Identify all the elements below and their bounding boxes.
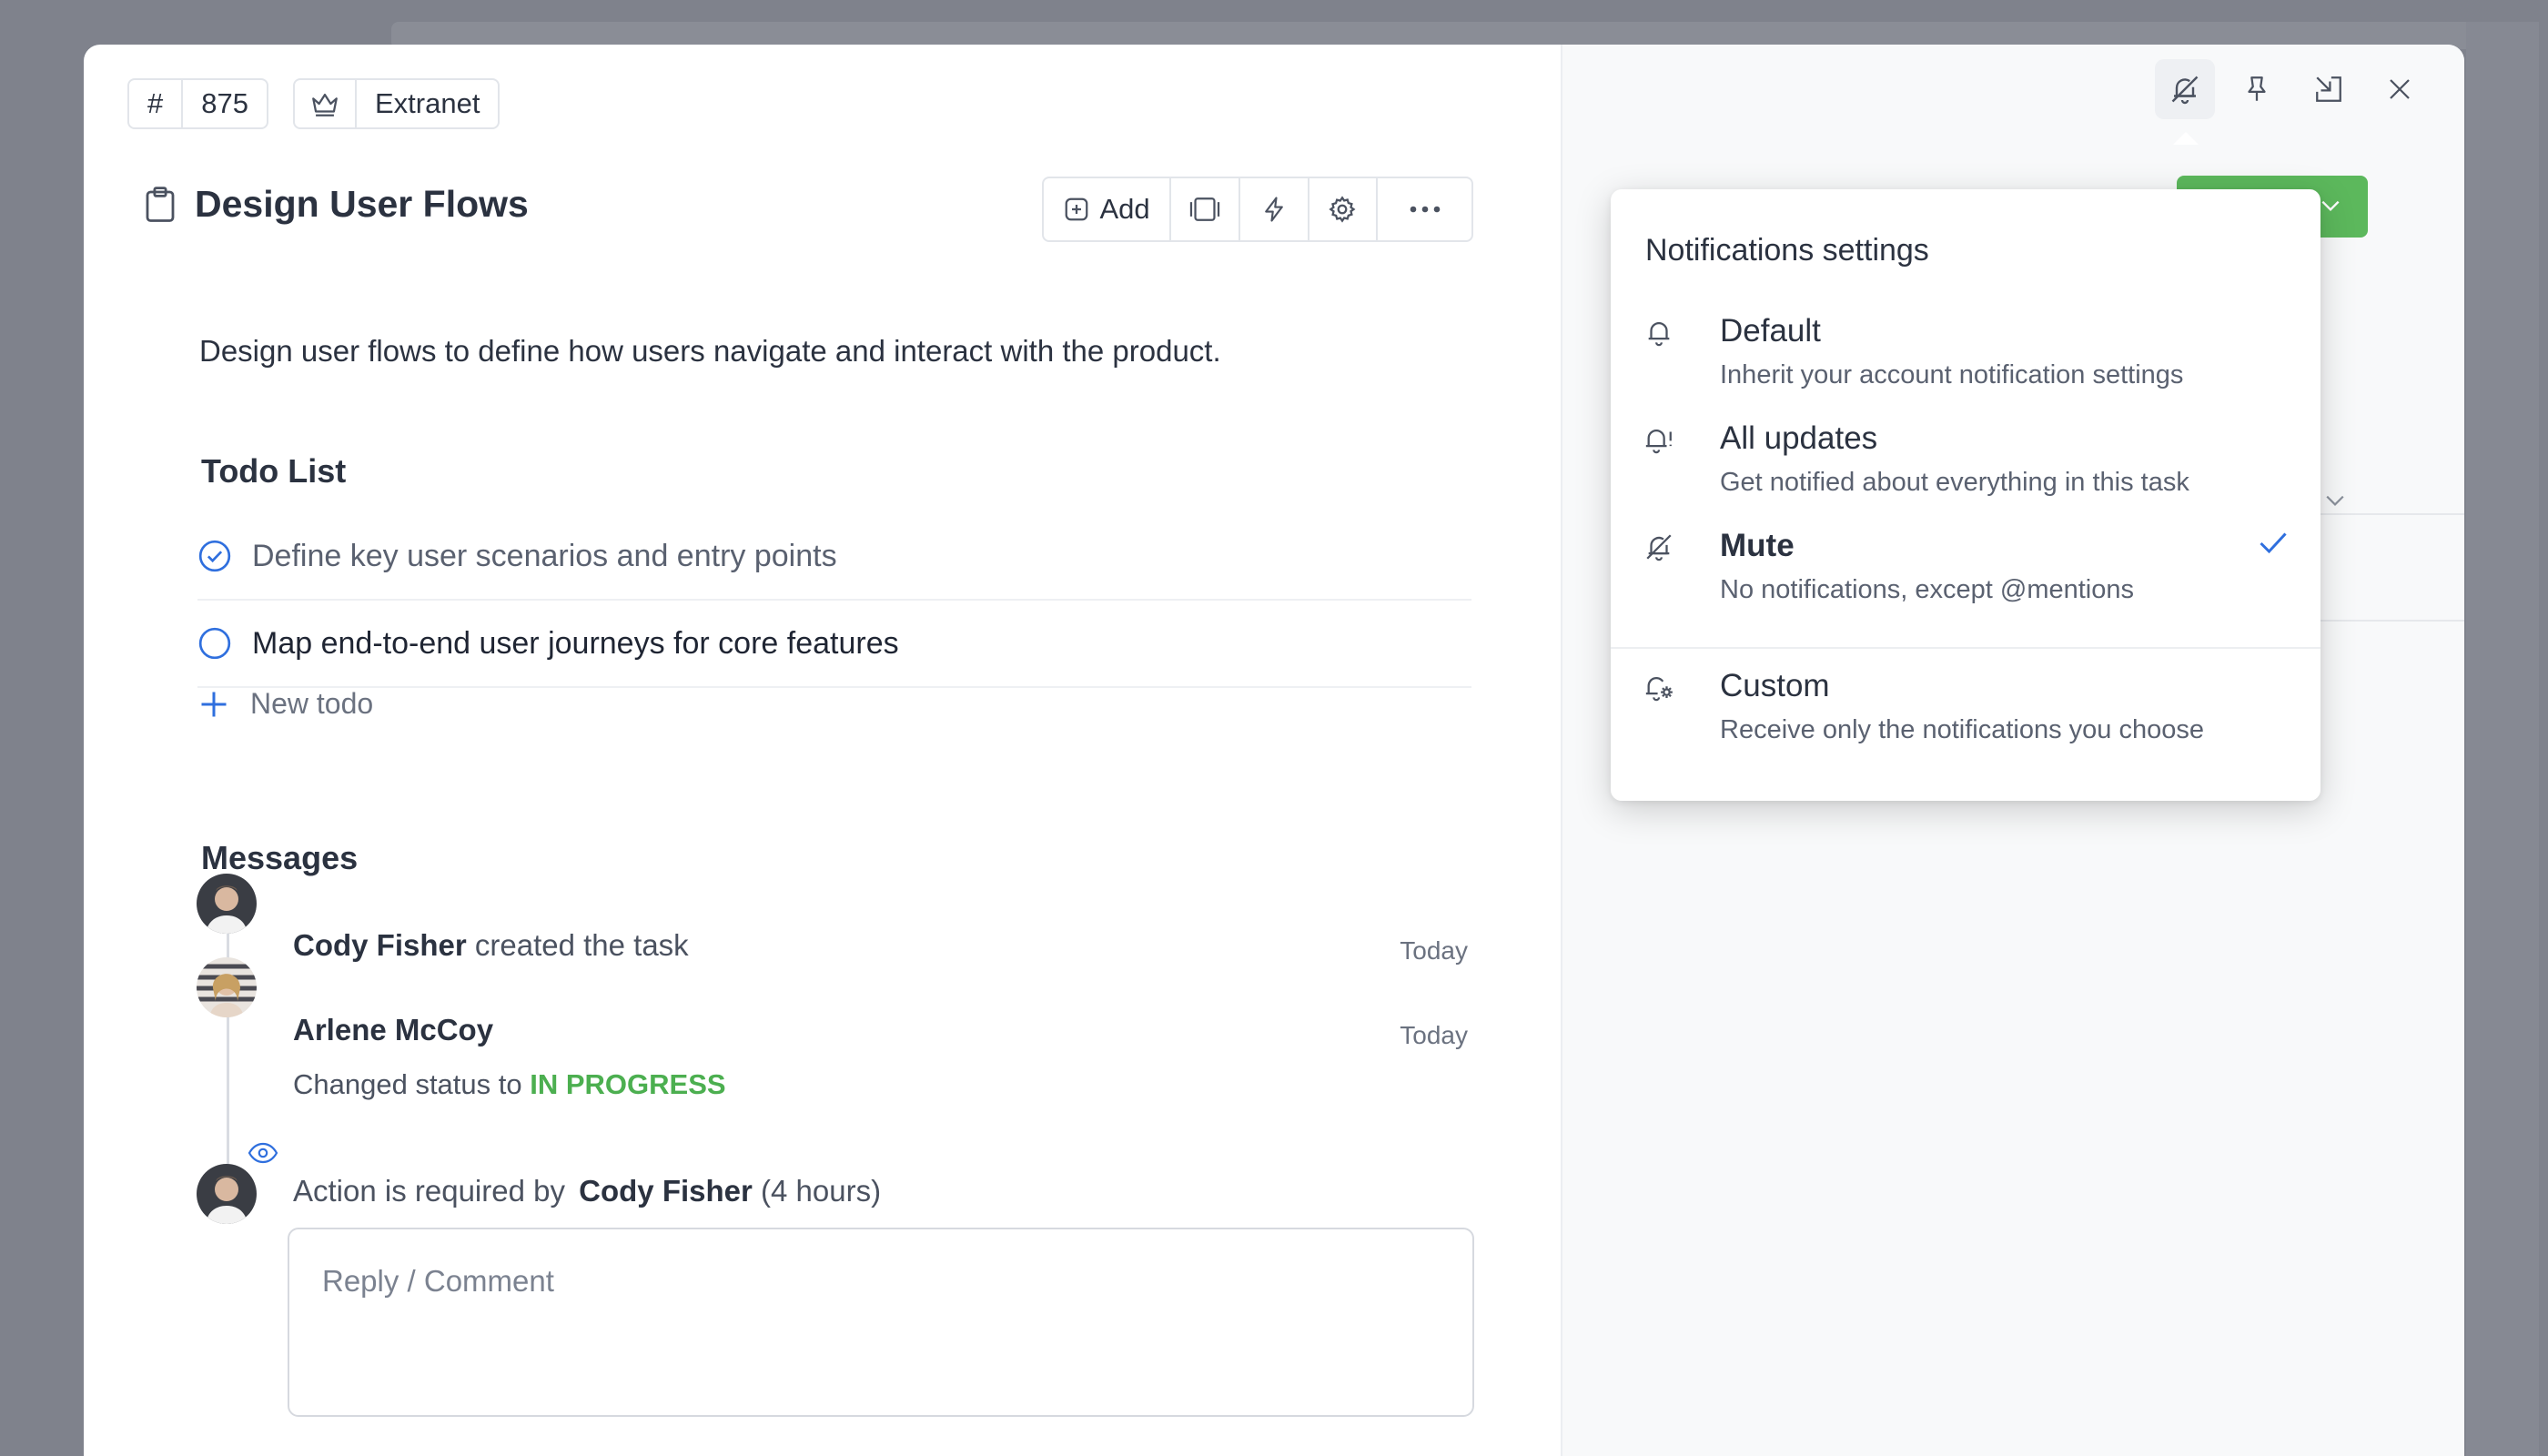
clipboard-icon: [144, 186, 177, 224]
todo-item[interactable]: Define key user scenarios and entry poin…: [197, 513, 1471, 601]
pin-icon: [2248, 76, 2266, 101]
action-required-person[interactable]: Cody Fisher: [579, 1174, 753, 1208]
todo-item[interactable]: Map end-to-end user journeys for core fe…: [197, 601, 1471, 688]
lightning-icon: [1264, 197, 1283, 222]
avatar[interactable]: [197, 874, 257, 934]
status-change-prefix: Changed status to: [293, 1068, 522, 1100]
task-title: Design User Flows: [195, 183, 529, 225]
settings-button[interactable]: [1307, 178, 1377, 240]
notifications-popover: Notifications settings Default Inherit y…: [1611, 189, 2320, 801]
more-button[interactable]: [1376, 178, 1471, 240]
chevron-down-icon[interactable]: [2322, 490, 2348, 511]
task-id-number: 875: [181, 80, 267, 127]
action-required-duration: (4 hours): [761, 1174, 882, 1208]
option-description: Receive only the notifications you choos…: [1720, 715, 2204, 744]
reply-input[interactable]: [288, 1228, 1474, 1417]
avatar[interactable]: [197, 1164, 257, 1224]
option-label: Default: [1720, 313, 1821, 349]
task-description: Design user flows to define how users na…: [199, 334, 1221, 368]
checked-circle-icon[interactable]: [197, 539, 232, 573]
task-modal: # 875 Extranet Design User Flows Add Des…: [84, 45, 2464, 1456]
bell-off-icon: [2171, 76, 2199, 105]
close-button[interactable]: [2370, 59, 2430, 119]
message-author-line: Arlene McCoy: [293, 1013, 493, 1047]
split-view-button[interactable]: [1169, 178, 1239, 240]
option-description: No notifications, except @mentions: [1720, 575, 2134, 604]
option-label: Mute: [1720, 528, 1795, 563]
plus-square-icon: [1066, 197, 1088, 221]
message-time: Today: [1400, 936, 1468, 965]
project-chip[interactable]: Extranet: [293, 78, 500, 129]
plus-icon: [201, 692, 227, 716]
bell-icon: [1643, 317, 1674, 348]
message-author[interactable]: Arlene McCoy: [293, 1013, 493, 1046]
message-action: created the task: [474, 928, 689, 962]
bell-off-icon: [1643, 531, 1674, 562]
message-time: Today: [1400, 1021, 1468, 1049]
notification-option-custom[interactable]: Custom Receive only the notifications yo…: [1643, 668, 2290, 759]
empty-circle-icon[interactable]: [197, 626, 232, 661]
automation-button[interactable]: [1238, 178, 1308, 240]
project-name: Extranet: [355, 80, 498, 127]
notification-option-all-updates[interactable]: All updates Get notified about everythin…: [1643, 420, 2290, 511]
popover-title: Notifications settings: [1645, 233, 1929, 268]
popover-caret: [2173, 132, 2199, 145]
close-icon: [2390, 79, 2410, 99]
status-change-line: Changed status to IN PROGRESS: [293, 1068, 726, 1101]
option-label: All updates: [1720, 420, 1878, 456]
ellipsis-icon: [1410, 206, 1440, 213]
gear-icon: [1329, 196, 1356, 223]
background-window-edge: [2466, 22, 2539, 1456]
message-author[interactable]: Cody Fisher: [293, 928, 467, 962]
add-button-label: Add: [1099, 193, 1150, 225]
option-label: Custom: [1720, 668, 1830, 703]
messages-heading: Messages: [201, 839, 359, 876]
popover-divider: [1611, 647, 2320, 649]
notification-option-mute[interactable]: Mute No notifications, except @mentions: [1643, 528, 2290, 619]
new-todo-label: New todo: [250, 687, 374, 720]
action-required-prefix: Action is required by: [293, 1174, 565, 1208]
chevron-down-icon: [2321, 200, 2340, 212]
status-badge: IN PROGRESS: [530, 1068, 726, 1100]
todo-item-text: Map end-to-end user journeys for core fe…: [252, 625, 899, 661]
notifications-button[interactable]: [2155, 59, 2215, 119]
bell-settings-icon: [1643, 672, 1674, 703]
new-todo-button[interactable]: New todo: [197, 687, 373, 721]
crown-icon: [295, 80, 355, 127]
todo-list-heading: Todo List: [201, 452, 347, 490]
task-toolbar: Add: [1042, 177, 1473, 242]
columns-icon: [1189, 197, 1220, 221]
eye-icon: [248, 1142, 278, 1164]
todo-item-text: Define key user scenarios and entry poin…: [252, 538, 837, 573]
task-title-row: Design User Flows: [144, 183, 529, 226]
action-required-line: Action is required by Cody Fisher (4 hou…: [293, 1174, 881, 1208]
collapse-icon: [2316, 76, 2341, 102]
pin-button[interactable]: [2227, 59, 2287, 119]
option-description: Inherit your account notification settin…: [1720, 360, 2184, 389]
bell-alert-icon: [1643, 424, 1674, 455]
message-created: Cody Fisher created the task: [293, 928, 689, 963]
minimize-button[interactable]: [2299, 59, 2359, 119]
avatar[interactable]: [197, 957, 257, 1017]
hash-symbol: #: [147, 87, 164, 119]
option-description: Get notified about everything in this ta…: [1720, 468, 2189, 497]
add-button[interactable]: Add: [1044, 178, 1169, 240]
check-icon: [2260, 532, 2287, 554]
task-id-chip[interactable]: # 875: [127, 78, 268, 129]
notification-option-default[interactable]: Default Inherit your account notificatio…: [1643, 313, 2290, 404]
